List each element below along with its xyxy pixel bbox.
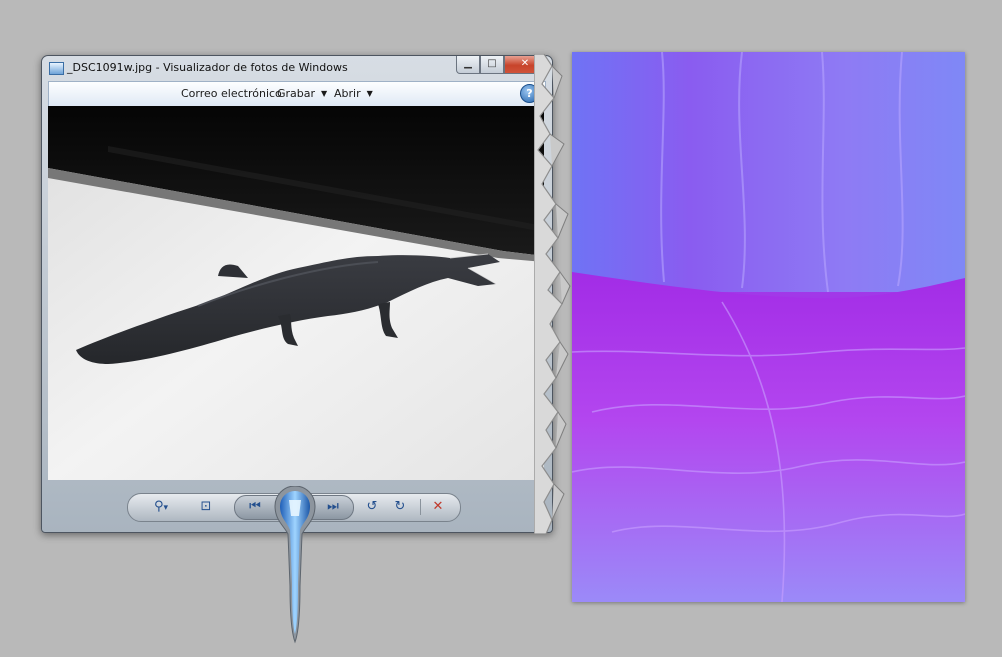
torn-edge-decoration [534, 54, 571, 534]
open-menu[interactable]: Abrir ▼ [334, 87, 373, 100]
photo-display [48, 106, 544, 480]
open-menu-label: Abrir [334, 87, 361, 100]
rotate-left-button[interactable]: ↺ [362, 498, 382, 516]
delete-button[interactable]: ✕ [428, 498, 448, 516]
slideshow-icon[interactable] [272, 486, 318, 646]
next-icon: ⏭ [327, 499, 339, 514]
zoom-button[interactable]: ⚲▾ [146, 498, 176, 516]
command-bar: Correo electrónico Grabar ▼ Abrir ▼ ? [48, 81, 546, 107]
rotate-right-icon: ↻ [394, 499, 406, 514]
previous-icon: ⏮ [249, 499, 261, 514]
alligator-photo [48, 106, 544, 480]
burn-menu[interactable]: Grabar ▼ [277, 87, 327, 100]
title-bar[interactable]: _DSC1091w.jpg - Visualizador de fotos de… [42, 56, 552, 80]
toolbar-separator [420, 499, 421, 515]
email-menu-label: Correo electrónico [181, 87, 282, 100]
chevron-down-icon: ▼ [366, 89, 373, 98]
magnifier-icon: ⚲ [153, 499, 164, 514]
burn-menu-label: Grabar [277, 87, 316, 100]
caption-buttons: ▁ □ ✕ [456, 56, 546, 74]
delete-icon: ✕ [432, 499, 444, 514]
rotate-right-button[interactable]: ↻ [390, 498, 410, 516]
previous-button[interactable]: ⏮ [245, 498, 265, 516]
photo-viewer-icon [49, 62, 64, 75]
minimize-button[interactable]: ▁ [456, 56, 480, 74]
fit-window-icon: ⊡ [200, 499, 212, 514]
chevron-down-icon: ▾ [163, 503, 169, 513]
purple-fabric-image [572, 52, 965, 602]
window-title: _DSC1091w.jpg - Visualizador de fotos de… [67, 61, 348, 74]
next-button[interactable]: ⏭ [323, 498, 343, 516]
email-menu[interactable]: Correo electrónico [181, 87, 282, 100]
fabric-folds [572, 52, 965, 602]
chevron-down-icon: ▼ [321, 89, 328, 98]
photo-viewer-window: _DSC1091w.jpg - Visualizador de fotos de… [41, 55, 553, 533]
maximize-button[interactable]: □ [480, 56, 504, 74]
rotate-left-icon: ↺ [366, 499, 378, 514]
fit-window-button[interactable]: ⊡ [196, 498, 216, 516]
